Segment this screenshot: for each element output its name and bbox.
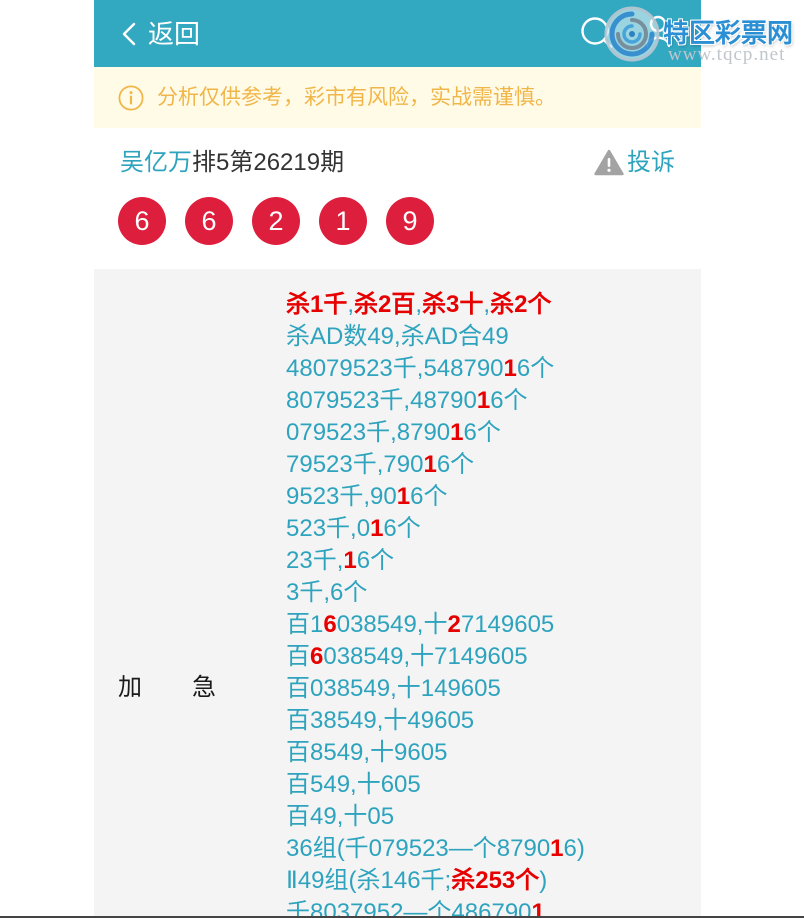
analysis-line: 23千,16个 [286, 545, 585, 577]
risk-notice-text: 分析仅供参考，彩市有风险，实战需谨慎。 [157, 86, 556, 109]
analysis-text: Ⅱ49组(杀146千; [286, 867, 452, 894]
analysis-line: 杀1千,杀2百,杀3十,杀2个 [286, 289, 585, 321]
highlight-text: 1 [476, 387, 491, 414]
analysis-line: 百038549,十149605 [286, 673, 585, 705]
number-ball: 9 [386, 197, 434, 245]
analysis-text: 杀AD数49,杀AD合49 [286, 323, 509, 350]
highlight-text: 1 [396, 483, 411, 510]
app-view: 返回 分析仅供参考，彩市有风险，实战需谨慎。 吴亿万排5第26219期 投诉 6… [94, 0, 701, 918]
analysis-line: 79523千,79016个 [286, 449, 585, 481]
user-icon [645, 15, 671, 48]
report-label: 投诉 [627, 149, 675, 176]
back-button[interactable]: 返回 [114, 12, 304, 56]
warning-triangle-icon [594, 149, 624, 176]
analysis-text: 79523千,790 [286, 451, 424, 478]
highlight-text: 6 [323, 611, 337, 638]
analysis-line: 杀AD数49,杀AD合49 [286, 321, 585, 353]
analysis-text: 038549,十7149605 [323, 643, 528, 670]
analysis-text: 6个 [436, 451, 475, 478]
analysis-text: 6) [563, 835, 585, 862]
highlight-text: 杀1千 [286, 291, 348, 318]
highlight-text: 杀2百 [354, 291, 416, 318]
user-button[interactable] [645, 14, 671, 48]
analysis-line: 百549,十605 [286, 769, 585, 801]
analysis-text: ) [539, 867, 548, 894]
analysis-text: 百8549,十9605 [286, 739, 448, 766]
analysis-text: 6个 [383, 515, 421, 542]
author-name[interactable]: 吴亿万 [120, 149, 192, 176]
highlight-text: 1 [343, 547, 357, 574]
info-circle-icon [118, 85, 144, 111]
top-bar: 返回 [94, 0, 701, 67]
analysis-label-char: 急 [192, 674, 216, 701]
highlight-text: 1 [423, 451, 437, 478]
analysis-text: 23千, [286, 547, 344, 574]
analysis-text: 6个 [356, 547, 395, 574]
analysis-line: 9523千,9016个 [286, 481, 585, 513]
highlight-text: 杀2个 [490, 291, 552, 318]
analysis-text: 079523千,8790 [286, 419, 451, 446]
analysis-text: 6个 [463, 419, 501, 446]
analysis-line: 8079523千,4879016个 [286, 385, 585, 417]
number-ball: 6 [185, 197, 233, 245]
analysis-panel: 加 急 杀1千,杀2百,杀3十,杀2个 杀AD数49,杀AD合49 48079523… [94, 269, 701, 918]
highlight-text: 杀3十 [422, 291, 484, 318]
search-icon [581, 17, 613, 49]
analysis-text: 百549,十605 [286, 771, 421, 798]
analysis-text: 8079523千,48790 [286, 387, 477, 414]
analysis-text: 7149605 [460, 611, 555, 638]
highlight-text: 1 [503, 355, 517, 382]
analysis-text: 3千,6个 [286, 579, 368, 606]
analysis-text: 百038549,十149605 [286, 675, 501, 702]
analysis-text: 9523千,90 [286, 483, 397, 510]
draw-numbers: 6 6 2 1 9 [118, 197, 434, 245]
analysis-line: 百49,十05 [286, 801, 585, 833]
analysis-line: 百8549,十9605 [286, 737, 585, 769]
analysis-text: 6个 [490, 387, 528, 414]
highlight-text: 杀253个 [451, 867, 540, 894]
analysis-line: 3千,6个 [286, 577, 585, 609]
highlight-text: 2 [447, 611, 461, 638]
highlight-text: 1 [450, 419, 464, 446]
number-ball: 2 [252, 197, 300, 245]
analysis-line: 百38549,十49605 [286, 705, 585, 737]
analysis-text: 百49,十05 [286, 803, 395, 830]
analysis-text: 百 [286, 643, 310, 670]
analysis-text: 百1 [286, 611, 324, 638]
back-label: 返回 [148, 19, 201, 49]
analysis-line: 48079523千,54879016个 [286, 353, 585, 385]
analysis-lines: 杀1千,杀2百,杀3十,杀2个 杀AD数49,杀AD合49 48079523千,54… [286, 289, 585, 918]
report-button[interactable]: 投诉 [594, 147, 684, 179]
highlight-text: 1 [550, 835, 564, 862]
risk-notice: 分析仅供参考，彩市有风险，实战需谨慎。 [94, 67, 701, 128]
highlight-text: 6 [310, 643, 324, 670]
highlight-text: 1 [370, 515, 384, 542]
analysis-text: 038549,十 [336, 611, 448, 638]
post-title: 吴亿万排5第26219期 [120, 147, 344, 179]
analysis-label-char: 加 [118, 674, 142, 701]
search-button[interactable] [581, 17, 613, 49]
screen: 返回 分析仅供参考，彩市有风险，实战需谨慎。 吴亿万排5第26219期 投诉 6… [0, 0, 804, 918]
number-ball: 1 [319, 197, 367, 245]
analysis-line: 523千,016个 [286, 513, 585, 545]
analysis-line: 百6038549,十7149605 [286, 641, 585, 673]
analysis-text: 36组(千079523—个8790 [286, 835, 551, 862]
chevron-left-icon [122, 22, 136, 46]
analysis-line: 百16038549,十27149605 [286, 609, 585, 641]
analysis-text: 6个 [410, 483, 448, 510]
analysis-line: 36组(千079523—个879016) [286, 833, 585, 865]
analysis-text: 6个 [516, 355, 555, 382]
analysis-text: 48079523千,548790 [286, 355, 504, 382]
analysis-line: 079523千,879016个 [286, 417, 585, 449]
issue-title: 排5第26219期 [192, 149, 345, 176]
analysis-text: 523千,0 [286, 515, 371, 542]
analysis-line: 千8037952—个4867901 [286, 897, 585, 918]
analysis-line: Ⅱ49组(杀146千;杀253个) [286, 865, 585, 897]
analysis-text: 百38549,十49605 [286, 707, 475, 734]
number-ball: 6 [118, 197, 166, 245]
